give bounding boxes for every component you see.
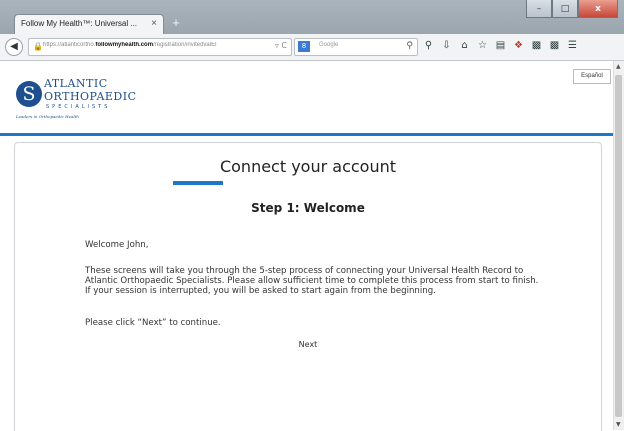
window-controls: – □ x xyxy=(526,0,618,18)
scroll-down-arrow-icon[interactable]: ▼ xyxy=(616,421,621,428)
back-arrow-icon[interactable]: ◀ xyxy=(5,38,23,56)
site-header: S ATLANTIC ORTHOPAEDIC SPECIALISTS Leade… xyxy=(0,61,613,136)
search-icon[interactable]: ⚲ xyxy=(406,41,413,51)
search-engine-icon[interactable]: 8 xyxy=(298,41,310,52)
language-button[interactable]: Español xyxy=(573,69,611,84)
menu-icon[interactable]: ☰ xyxy=(566,39,579,53)
logo-tagline: Leaders in Orthopaedic Health xyxy=(16,114,79,119)
web-page: S ATLANTIC ORTHOPAEDIC SPECIALISTS Leade… xyxy=(0,61,613,431)
browser-tab[interactable]: Follow My Health™: Universal ... × xyxy=(14,14,164,35)
step-title: Step 1: Welcome xyxy=(251,201,365,215)
url-bar[interactable]: 🔒 https://atlanticortho.followmyhealth.c… xyxy=(28,38,292,56)
maximize-button[interactable]: □ xyxy=(552,0,578,18)
search-bar[interactable]: 8 Google ⚲ xyxy=(294,38,418,56)
next-button[interactable]: Next xyxy=(15,340,601,349)
close-window-button[interactable]: x xyxy=(578,0,618,18)
logo-text-line2: ORTHOPAEDIC xyxy=(44,90,137,103)
instruction-text: Please click “Next” to continue. xyxy=(85,318,221,328)
tab-close-icon[interactable]: × xyxy=(151,18,157,29)
greeting-text: Welcome John, xyxy=(85,240,149,250)
minimize-button[interactable]: – xyxy=(526,0,552,18)
reload-icon[interactable]: ▿ C xyxy=(275,41,287,50)
url-text: https://atlanticortho.followmyhealth.com… xyxy=(43,42,217,48)
search-input[interactable]: Google xyxy=(319,42,338,48)
intro-paragraph: These screens will take you through the … xyxy=(85,266,539,296)
new-tab-button[interactable]: + xyxy=(168,16,184,30)
scroll-up-arrow-icon[interactable]: ▲ xyxy=(616,63,621,70)
lock-icon: 🔒 xyxy=(33,42,43,51)
vertical-scrollbar[interactable]: ▲ ▼ xyxy=(613,61,624,430)
extension-icon[interactable]: ❖ xyxy=(512,39,525,53)
page-title: Connect your account xyxy=(219,157,397,176)
navigation-toolbar: ◀ 🔒 https://atlanticortho.followmyhealth… xyxy=(0,34,624,61)
logo-mark: S xyxy=(16,81,42,107)
download-icon[interactable]: ⇩ xyxy=(440,39,453,53)
title-underline xyxy=(173,181,223,185)
browser-title-bar: Follow My Health™: Universal ... × + – □… xyxy=(0,0,624,35)
home-icon[interactable]: ⌂ xyxy=(458,39,471,53)
toolbar-icons: ⚲ ⇩ ⌂ ☆ ▤ ❖ ▩ ▩ ☰ xyxy=(422,39,579,53)
logo-text-line1: ATLANTIC xyxy=(44,77,108,90)
search-icon[interactable]: ⚲ xyxy=(422,39,435,53)
bookmark-star-icon[interactable]: ☆ xyxy=(476,39,489,53)
qr-icon[interactable]: ▩ xyxy=(530,39,543,53)
qr-icon[interactable]: ▩ xyxy=(548,39,561,53)
tab-title: Follow My Health™: Universal ... xyxy=(21,19,138,28)
bookmarks-list-icon[interactable]: ▤ xyxy=(494,39,507,53)
logo[interactable]: S ATLANTIC ORTHOPAEDIC SPECIALISTS Leade… xyxy=(16,77,156,123)
scroll-thumb[interactable] xyxy=(615,75,622,417)
registration-card: Connect your account Step 1: Welcome Wel… xyxy=(14,142,602,431)
logo-text-line3: SPECIALISTS xyxy=(46,104,111,110)
